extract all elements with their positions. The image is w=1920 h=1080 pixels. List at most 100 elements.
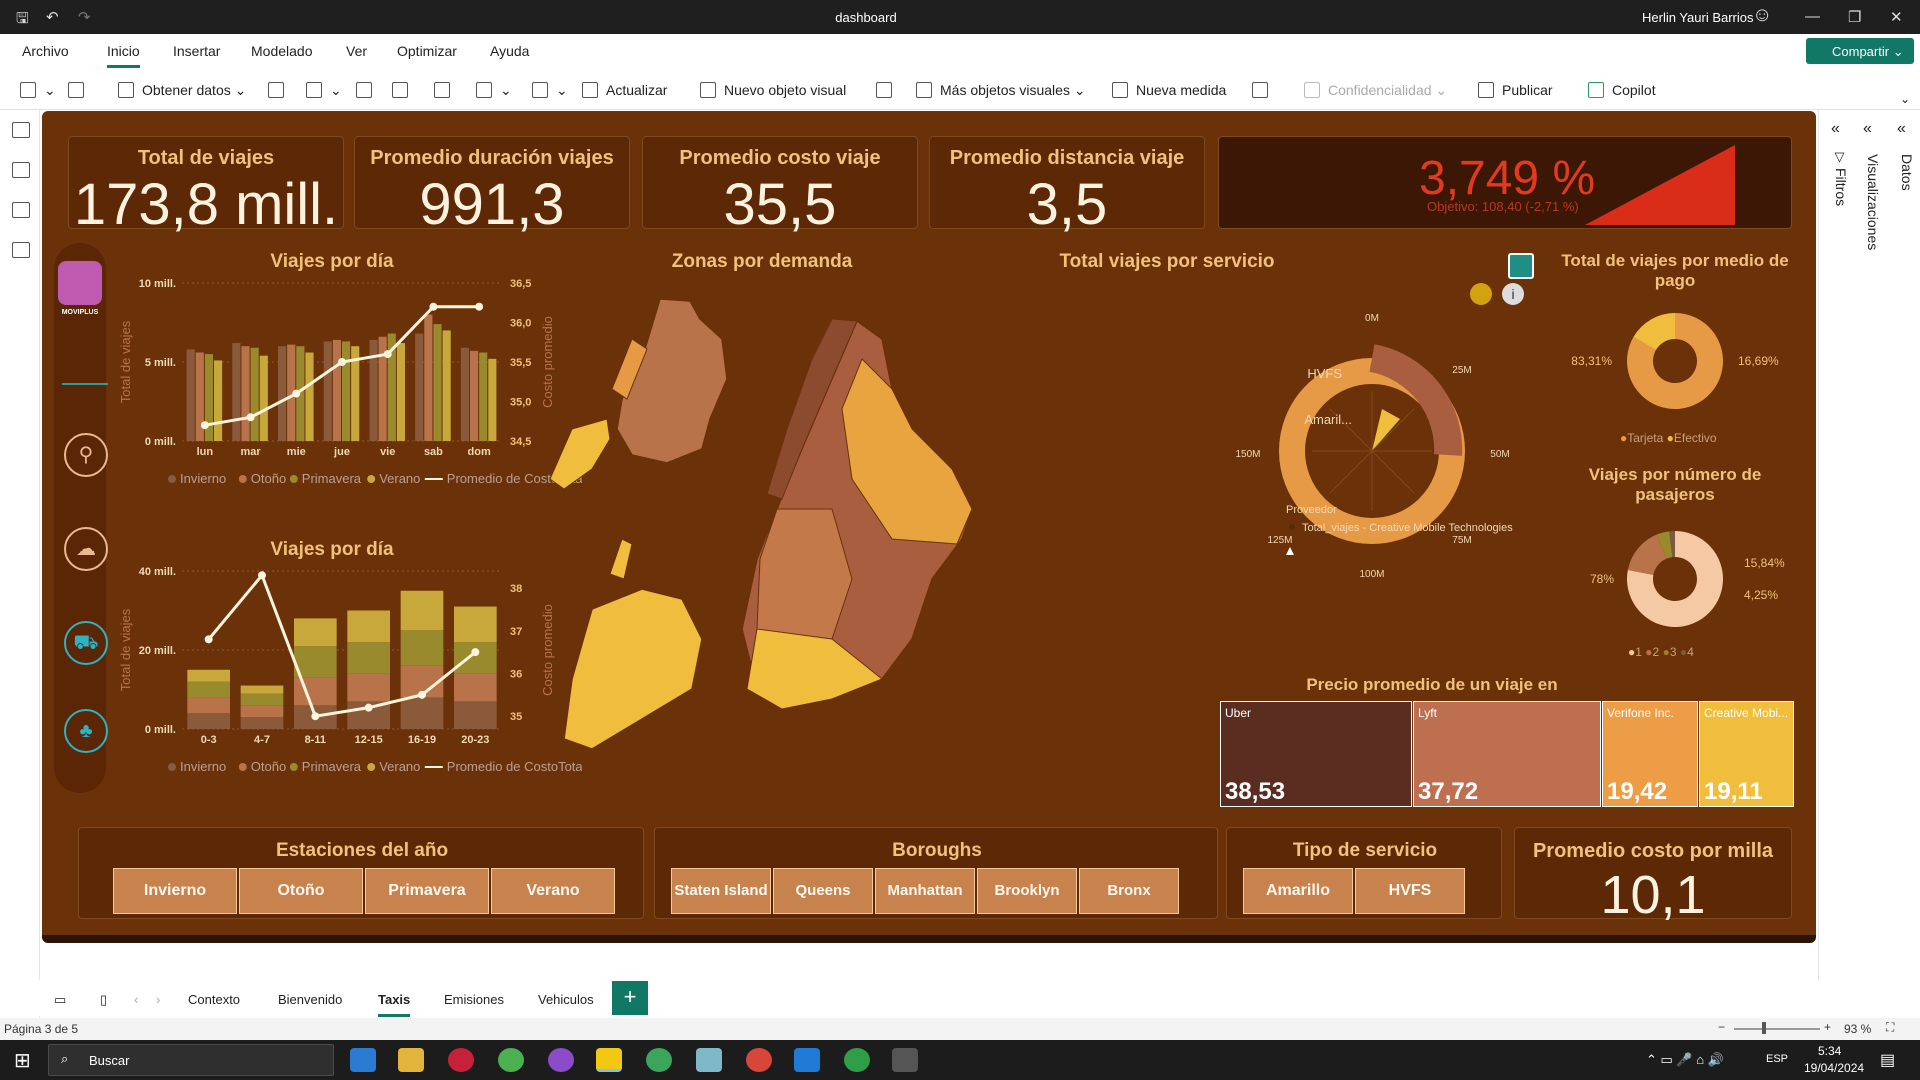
dataverse-button[interactable] bbox=[434, 82, 458, 98]
collapse-ribbon-icon[interactable]: ⌄ bbox=[1900, 92, 1910, 106]
info-icon[interactable]: i bbox=[1502, 283, 1524, 305]
avatar-icon[interactable]: ☺ bbox=[1752, 4, 1772, 27]
focus-mode-icon[interactable] bbox=[1508, 253, 1534, 279]
sensitivity-button[interactable]: Confidencialidad ⌄ bbox=[1304, 82, 1447, 99]
refresh-button[interactable]: Actualizar bbox=[582, 82, 667, 98]
tab-archivo[interactable]: Archivo bbox=[22, 43, 69, 59]
report-view-icon[interactable] bbox=[12, 122, 30, 138]
treemap-creative[interactable]: Creative Mobi... 19,11 bbox=[1699, 701, 1794, 807]
edge-icon[interactable] bbox=[350, 1048, 376, 1072]
discord-icon[interactable] bbox=[548, 1048, 574, 1072]
table-view-icon[interactable] bbox=[12, 162, 30, 178]
tab-insertar[interactable]: Insertar bbox=[173, 43, 220, 59]
zoom-in-icon[interactable]: + bbox=[1824, 1020, 1831, 1034]
kpi-cost-per-mile[interactable]: Promedio costo por milla 10,1 bbox=[1514, 827, 1792, 925]
excel-button[interactable] bbox=[268, 82, 292, 98]
mobile-view-icon[interactable]: ▯ bbox=[100, 992, 107, 1008]
slicer-verano[interactable]: Verano bbox=[491, 868, 615, 914]
payment-donut-chart[interactable]: 83,31% 16,69% bbox=[1550, 301, 1800, 421]
opera-icon[interactable] bbox=[448, 1048, 474, 1072]
edit-icon[interactable] bbox=[1470, 283, 1492, 305]
slicer-queens[interactable]: Queens bbox=[773, 868, 873, 914]
vscode-icon[interactable] bbox=[794, 1048, 820, 1072]
tab-ver[interactable]: Ver bbox=[346, 43, 367, 59]
collapse-data-icon[interactable]: « bbox=[1897, 120, 1906, 138]
slicer-manhattan[interactable]: Manhattan bbox=[875, 868, 975, 914]
kpi-avg-duration[interactable]: Promedio duración viajes 991,3 bbox=[354, 136, 630, 237]
enter-data-button[interactable] bbox=[392, 82, 416, 98]
chrome-icon[interactable] bbox=[498, 1048, 524, 1072]
tab-inicio[interactable]: Inicio bbox=[107, 43, 140, 68]
model-view-icon[interactable] bbox=[12, 202, 30, 218]
notes-icon[interactable] bbox=[696, 1048, 722, 1072]
pane-datos[interactable]: Datos bbox=[1899, 154, 1915, 191]
paste-button[interactable]: ⌄ bbox=[20, 82, 56, 99]
explorer-icon[interactable] bbox=[398, 1048, 424, 1072]
collapse-filters-icon[interactable]: « bbox=[1831, 120, 1840, 138]
map-island[interactable] bbox=[609, 538, 633, 580]
clock-date[interactable]: 19/04/2024 bbox=[1804, 1061, 1864, 1075]
tab-optimizar[interactable]: Optimizar bbox=[397, 43, 457, 59]
treemap-uber[interactable]: Uber 38,53 bbox=[1220, 701, 1412, 807]
copilot-button[interactable]: Copilot bbox=[1588, 82, 1656, 98]
slicer-hvfs[interactable]: HVFS bbox=[1355, 868, 1465, 914]
passengers-donut-chart[interactable]: 78% 15,84% 4,25% bbox=[1550, 519, 1800, 639]
tab-modelado[interactable]: Modelado bbox=[251, 43, 313, 59]
page-tab-taxis[interactable]: Taxis bbox=[378, 992, 411, 1017]
map-nj-north[interactable] bbox=[549, 418, 611, 490]
page-tab-emisiones[interactable]: Emisiones bbox=[444, 992, 504, 1007]
page-tab-bienvenido[interactable]: Bienvenido bbox=[278, 992, 342, 1007]
slicer-staten-island[interactable]: Staten Island bbox=[671, 868, 771, 914]
slicer-brooklyn[interactable]: Brooklyn bbox=[977, 868, 1077, 914]
powerbi-icon[interactable] bbox=[596, 1048, 622, 1072]
kpi-avg-distance[interactable]: Promedio distancia viaje 3,5 bbox=[929, 136, 1205, 237]
quick-measure-button[interactable] bbox=[1252, 82, 1276, 98]
user-name[interactable]: Herlin Yauri Barrios bbox=[1642, 10, 1754, 25]
minimize-icon[interactable]: — bbox=[1805, 8, 1820, 25]
close-icon[interactable]: ✕ bbox=[1890, 8, 1903, 26]
format-painter-button[interactable] bbox=[68, 82, 92, 98]
more-visuals-button[interactable]: Más objetos visuales ⌄ bbox=[916, 82, 1086, 99]
treemap-verifone[interactable]: Verifone Inc. 19,42 bbox=[1602, 701, 1698, 807]
slicer-amarillo[interactable]: Amarillo bbox=[1243, 868, 1353, 914]
next-page-icon[interactable]: › bbox=[156, 992, 160, 1007]
share-button[interactable]: Compartir ⌄ bbox=[1806, 38, 1914, 64]
chrome-profile-2-icon[interactable] bbox=[746, 1048, 772, 1072]
sql-button[interactable] bbox=[356, 82, 380, 98]
pane-visualizaciones[interactable]: Visualizaciones bbox=[1865, 154, 1881, 250]
transform-button[interactable]: ⌄ bbox=[532, 82, 568, 99]
restore-icon[interactable]: ❐ bbox=[1848, 8, 1861, 26]
zoom-out-icon[interactable]: − bbox=[1718, 1020, 1725, 1034]
kpi-gauge[interactable]: 3,749 % Objetivo: 108,40 (-2,71 %) bbox=[1218, 136, 1792, 229]
slicer-otono[interactable]: Otoño bbox=[239, 868, 363, 914]
windows-start-icon[interactable]: ⊞ bbox=[14, 1048, 31, 1073]
kpi-total-trips[interactable]: Total de viajes 173,8 mill. bbox=[68, 136, 344, 237]
desktop-view-icon[interactable]: ▭ bbox=[54, 992, 66, 1008]
language-indicator[interactable]: ESP bbox=[1766, 1053, 1788, 1065]
slicer-bronx[interactable]: Bronx bbox=[1079, 868, 1179, 914]
tab-ayuda[interactable]: Ayuda bbox=[490, 43, 529, 59]
add-page-button[interactable]: + bbox=[612, 981, 648, 1015]
slicer-primavera[interactable]: Primavera bbox=[365, 868, 489, 914]
get-data-button[interactable]: Obtener datos ⌄ bbox=[118, 82, 246, 99]
collapse-visuals-icon[interactable]: « bbox=[1863, 120, 1872, 138]
textbox-button[interactable] bbox=[876, 82, 900, 98]
tray-icons[interactable]: ⌃ ▭ 🎤 ⌂ 🔊 bbox=[1646, 1052, 1724, 1068]
notifications-icon[interactable]: ▤ bbox=[1880, 1050, 1895, 1070]
new-visual-button[interactable]: Nuevo objeto visual bbox=[700, 82, 846, 98]
new-measure-button[interactable]: Nueva medida bbox=[1112, 82, 1226, 98]
hourly-trips-chart[interactable]: 40 mill. 20 mill. 0 mill. 38 37 36 35 Total de … bbox=[102, 559, 582, 799]
page-tab-vehiculos[interactable]: Vehiculos bbox=[538, 992, 594, 1007]
map-staten-island[interactable] bbox=[563, 588, 703, 750]
treemap-lyft[interactable]: Lyft 37,72 bbox=[1413, 701, 1601, 807]
recent-sources-button[interactable]: ⌄ bbox=[476, 82, 512, 99]
calculator-app-icon[interactable] bbox=[892, 1048, 918, 1072]
clock-time[interactable]: 5:34 bbox=[1818, 1044, 1841, 1058]
prev-page-icon[interactable]: ‹ bbox=[134, 992, 138, 1007]
kpi-avg-cost[interactable]: Promedio costo viaje 35,5 bbox=[642, 136, 918, 237]
pane-filtros[interactable]: Filtros bbox=[1833, 168, 1849, 206]
slicer-invierno[interactable]: Invierno bbox=[113, 868, 237, 914]
nyc-demand-map[interactable] bbox=[532, 279, 1002, 799]
page-tab-contexto[interactable]: Contexto bbox=[188, 992, 240, 1007]
publish-button[interactable]: Publicar bbox=[1478, 82, 1553, 98]
